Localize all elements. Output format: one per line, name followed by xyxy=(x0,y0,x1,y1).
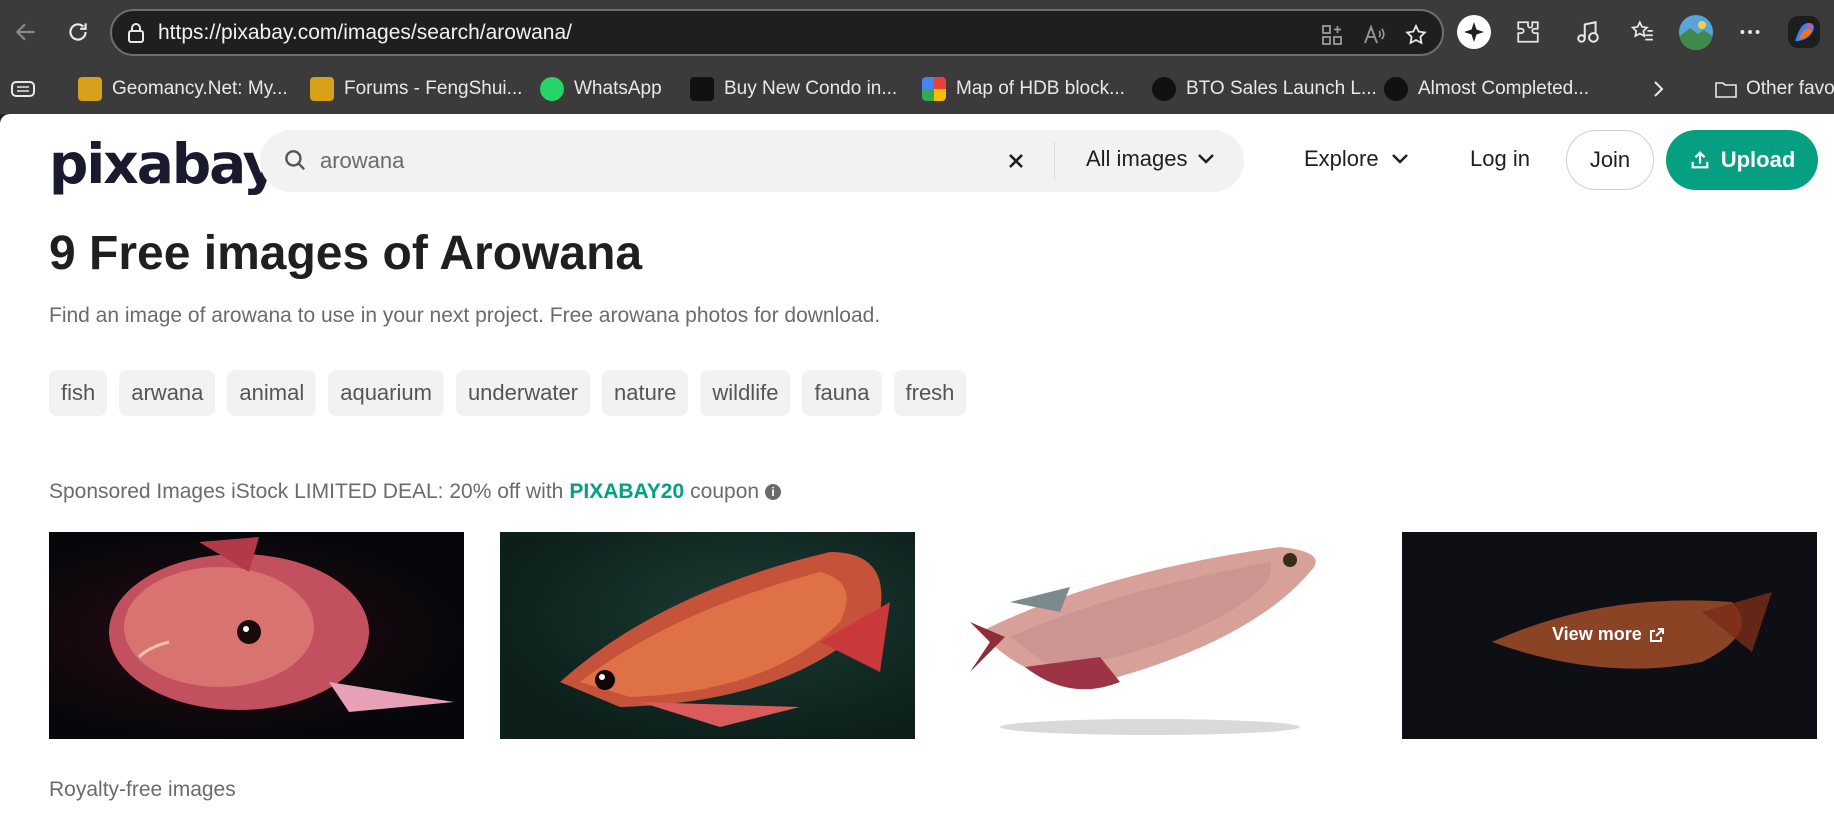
pixabay-logo[interactable]: pixabay xyxy=(49,132,278,196)
yin-yang-icon xyxy=(78,77,102,101)
copilot-icon xyxy=(1788,16,1820,48)
external-link-icon xyxy=(1649,627,1664,642)
bookmarks-overflow-chevron-icon[interactable] xyxy=(1650,74,1666,104)
bookmark-condo[interactable]: Buy New Condo in... xyxy=(690,74,897,104)
bookmarks-bar: Geomancy.Net: My... Forums - FengShui...… xyxy=(0,64,1834,114)
image-type-dropdown[interactable]: All images xyxy=(1086,146,1215,172)
bookmark-label: Geomancy.Net: My... xyxy=(112,78,288,99)
read-aloud-icon[interactable] xyxy=(1360,21,1388,49)
sponsored-suffix: coupon xyxy=(690,480,760,503)
bookmark-label: Forums - FengShui... xyxy=(344,78,523,99)
tag-chip[interactable]: animal xyxy=(227,370,317,416)
tag-chip[interactable]: wildlife xyxy=(700,370,791,416)
royalty-free-heading: Royalty-free images xyxy=(49,778,236,801)
view-more-link[interactable]: View more xyxy=(1552,624,1664,645)
tag-chip[interactable]: nature xyxy=(602,370,689,416)
tag-chip[interactable]: aquarium xyxy=(328,370,444,416)
copilot-sparkle-button[interactable] xyxy=(1454,12,1494,52)
lock-icon xyxy=(126,22,146,49)
reload-icon xyxy=(69,23,87,41)
search-input[interactable] xyxy=(318,141,1218,181)
profile-avatar[interactable] xyxy=(1676,12,1716,52)
music-note-icon xyxy=(1577,21,1599,43)
favorites-list-icon xyxy=(1630,20,1653,41)
more-menu-button[interactable] xyxy=(1730,12,1770,52)
explore-label: Explore xyxy=(1304,146,1379,171)
favorite-star-icon[interactable] xyxy=(1402,21,1430,49)
page-title: 9 Free images of Arowana xyxy=(49,227,643,280)
bookmark-whatsapp[interactable]: WhatsApp xyxy=(540,74,662,104)
tab-actions-icon[interactable] xyxy=(10,74,38,104)
puzzle-icon xyxy=(1517,21,1539,43)
tag-chip[interactable]: fresh xyxy=(893,370,967,416)
copilot-button[interactable] xyxy=(1784,12,1824,52)
other-favorites-label: Other favo xyxy=(1746,78,1834,99)
join-button[interactable]: Join xyxy=(1566,130,1654,190)
info-icon[interactable]: i xyxy=(765,484,782,500)
chevron-down-icon xyxy=(1391,154,1408,164)
coupon-code[interactable]: PIXABAY20 xyxy=(569,480,684,504)
image-type-label: All images xyxy=(1086,146,1188,171)
folder-icon xyxy=(1714,79,1738,99)
sponsored-banner: Sponsored Images iStock LIMITED DEAL: 20… xyxy=(49,480,782,504)
profile-icon xyxy=(1679,15,1713,50)
whatsapp-icon xyxy=(540,77,564,101)
login-link[interactable]: Log in xyxy=(1470,146,1530,172)
upload-button[interactable]: Upload xyxy=(1666,130,1818,190)
site-favicon-icon xyxy=(690,77,714,101)
map-favicon-icon xyxy=(922,77,946,101)
back-arrow-icon xyxy=(15,23,35,41)
upload-icon xyxy=(1691,151,1709,169)
bookmark-hdb-map[interactable]: Map of HDB block... xyxy=(922,74,1125,104)
red-arowana-image xyxy=(560,552,890,727)
address-bar[interactable]: https://pixabay.com/images/search/arowan… xyxy=(110,9,1444,56)
upload-label: Upload xyxy=(1720,147,1796,172)
sponsored-image[interactable] xyxy=(950,532,1365,739)
sparkle-icon xyxy=(1457,15,1491,49)
sponsored-image[interactable] xyxy=(49,532,464,739)
other-favorites[interactable]: Other favo xyxy=(1714,74,1834,104)
bookmark-forums[interactable]: Forums - FengShui... xyxy=(310,74,522,104)
related-tags: fish arwana animal aquarium underwater n… xyxy=(49,370,967,416)
bookmark-almost-completed[interactable]: Almost Completed... xyxy=(1384,74,1589,104)
bookmark-label: Map of HDB block... xyxy=(956,78,1125,99)
extensions-button[interactable] xyxy=(1508,12,1548,52)
bookmark-label: Buy New Condo in... xyxy=(724,78,898,99)
reload-button[interactable] xyxy=(58,12,98,52)
bookmark-bto[interactable]: BTO Sales Launch L... xyxy=(1152,74,1377,104)
clear-search-icon[interactable] xyxy=(1002,147,1030,175)
explore-menu[interactable]: Explore xyxy=(1304,146,1409,172)
media-button[interactable] xyxy=(1568,12,1608,52)
search-divider xyxy=(1054,142,1055,180)
page-subtitle: Find an image of arowana to use in your … xyxy=(49,304,881,327)
site-favicon-icon xyxy=(1384,77,1408,101)
back-button[interactable] xyxy=(6,12,46,52)
arowana-cutout-image xyxy=(970,547,1316,735)
tag-chip[interactable]: fish xyxy=(49,370,108,416)
search-bar: All images xyxy=(260,130,1244,192)
site-favicon-icon xyxy=(1152,77,1176,101)
browser-toolbar: https://pixabay.com/images/search/arowan… xyxy=(0,0,1834,64)
app-available-icon[interactable] xyxy=(1318,21,1346,49)
sponsored-image[interactable]: View more xyxy=(1402,532,1817,739)
bookmark-label: WhatsApp xyxy=(574,78,662,99)
tag-chip[interactable]: fauna xyxy=(802,370,882,416)
tag-chip[interactable]: underwater xyxy=(455,370,591,416)
view-more-label: View more xyxy=(1552,624,1642,644)
sponsored-image[interactable] xyxy=(500,532,915,739)
chevron-down-icon xyxy=(1198,154,1215,164)
more-dots-icon xyxy=(1740,30,1760,34)
bookmark-label: Almost Completed... xyxy=(1418,78,1590,99)
sponsored-text: Sponsored Images iStock LIMITED DEAL: 20… xyxy=(49,480,564,503)
red-arowana-image xyxy=(109,537,454,712)
search-icon xyxy=(282,147,308,178)
favorites-button[interactable] xyxy=(1622,12,1662,52)
url-text[interactable]: https://pixabay.com/images/search/arowan… xyxy=(158,21,572,45)
yin-yang-icon xyxy=(310,77,334,101)
page-content: pixabay All images Explore Log in Join U… xyxy=(0,114,1834,828)
bookmark-geomancy[interactable]: Geomancy.Net: My... xyxy=(78,74,288,104)
tag-chip[interactable]: arwana xyxy=(119,370,216,416)
bookmark-label: BTO Sales Launch L... xyxy=(1186,78,1377,99)
